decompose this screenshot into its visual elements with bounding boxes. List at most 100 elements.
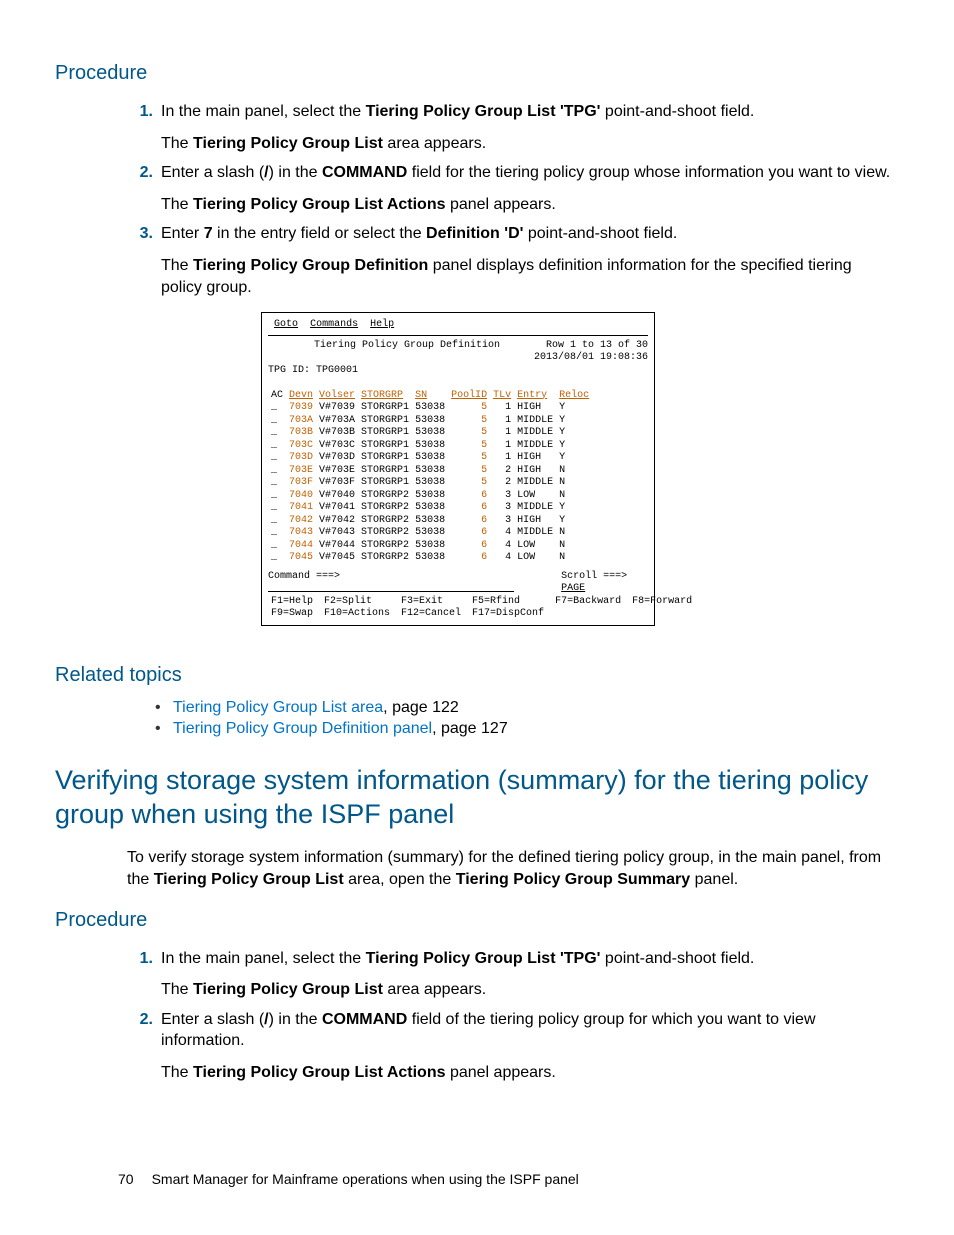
cell: 4 — [490, 527, 514, 540]
cell: _ — [268, 440, 286, 453]
cell: V#7039 — [316, 402, 358, 415]
step-body: Enter a slash (/) in the COMMAND field o… — [161, 1009, 894, 1084]
terminal-header-row: AC Devn Volser STORGRP SN PoolID TLv Ent… — [268, 390, 592, 403]
cell: _ — [268, 415, 286, 428]
cell: 5 — [448, 465, 490, 478]
cell: MIDDLE — [514, 477, 556, 490]
cell: STORGRP2 — [358, 490, 412, 503]
t: Tiering Policy Group List — [154, 871, 344, 888]
cell: LOW — [514, 552, 556, 565]
cell: STORGRP2 — [358, 540, 412, 553]
t: field for the tiering policy group whose… — [407, 164, 890, 181]
t: The — [161, 1064, 193, 1081]
t: panel appears. — [446, 1064, 556, 1081]
t: Tiering Policy Group Summary — [456, 871, 690, 888]
fkeys: F1=Help F2=Split F3=Exit F5=Rfind F7=Bac… — [268, 596, 700, 621]
cell: 53038 — [412, 515, 448, 528]
cell: STORGRP1 — [358, 415, 412, 428]
cell: _ — [268, 515, 286, 528]
cell: HIGH — [514, 465, 556, 478]
t: Enter a slash ( — [161, 1011, 264, 1028]
table-row: _7043V#7043STORGRP25303864MIDDLEN — [268, 527, 592, 540]
t: The — [161, 257, 193, 274]
cell: _ — [268, 552, 286, 565]
cell: 53038 — [412, 440, 448, 453]
section2-intro: To verify storage system information (su… — [127, 847, 894, 890]
cell: _ — [268, 465, 286, 478]
table-row: _7042V#7042STORGRP25303863HIGHY — [268, 515, 592, 528]
cell: STORGRP2 — [358, 502, 412, 515]
t: panel appears. — [446, 196, 556, 213]
link-tpg-list-area[interactable]: Tiering Policy Group List area — [173, 699, 383, 716]
cell: 53038 — [412, 415, 448, 428]
col-storgrp: STORGRP — [358, 390, 412, 403]
cell: 5 — [448, 402, 490, 415]
fkey: F1=Help — [268, 596, 321, 609]
cell: 5 — [448, 415, 490, 428]
t: Definition 'D' — [426, 225, 523, 242]
fkey: F5=Rfind — [469, 596, 552, 609]
col-sn: SN — [412, 390, 448, 403]
heading-verifying-storage: Verifying storage system information (su… — [55, 764, 894, 832]
step-body: Enter a slash (/) in the COMMAND field f… — [161, 162, 894, 215]
cell: 7040 — [286, 490, 316, 503]
link-tpg-definition-panel[interactable]: Tiering Policy Group Definition panel — [173, 720, 432, 737]
t: The — [161, 981, 193, 998]
cell: 53038 — [412, 502, 448, 515]
cell: N — [556, 490, 592, 503]
cell: 4 — [490, 552, 514, 565]
t: ommands — [316, 319, 358, 330]
t: In the main panel, select the — [161, 950, 366, 967]
col-entry: Entry — [514, 390, 556, 403]
table-row: _7039V#7039STORGRP15303851HIGHY — [268, 402, 592, 415]
fkey: F12=Cancel — [398, 608, 469, 621]
t: panel. — [690, 871, 738, 888]
t: point-and-shoot field. — [523, 225, 677, 242]
cell: 6 — [448, 540, 490, 553]
cell: 703C — [286, 440, 316, 453]
t: Tiering Policy Group List 'TPG' — [366, 103, 601, 120]
cell: _ — [268, 527, 286, 540]
cell: MIDDLE — [514, 527, 556, 540]
cell: 1 — [490, 402, 514, 415]
cell: N — [556, 552, 592, 565]
page-number: 70 — [118, 1171, 134, 1187]
terminal-panel: Goto Commands Help Tiering Policy Group … — [261, 312, 655, 626]
cell: V#703E — [316, 465, 358, 478]
cell: N — [556, 465, 592, 478]
cell: 4 — [490, 540, 514, 553]
cell: N — [556, 540, 592, 553]
procedure-2-list: 1. In the main panel, select the Tiering… — [127, 948, 894, 1084]
cell: 1 — [490, 415, 514, 428]
fkey: F17=DispConf — [469, 608, 552, 621]
t: In the main panel, select the — [161, 103, 366, 120]
cell: Y — [556, 427, 592, 440]
cell: 7045 — [286, 552, 316, 565]
cell: V#7042 — [316, 515, 358, 528]
t: elp — [376, 319, 394, 330]
cell: 2 — [490, 477, 514, 490]
t: Tiering Policy Group List 'TPG' — [366, 950, 601, 967]
cell: LOW — [514, 490, 556, 503]
table-row: _7041V#7041STORGRP25303863MIDDLEY — [268, 502, 592, 515]
terminal-menu: Goto Commands Help — [268, 319, 648, 332]
col-ac: AC — [268, 390, 286, 403]
t: Tiering Policy Group List Actions — [193, 196, 445, 213]
heading-related-topics: Related topics — [55, 662, 894, 689]
heading-procedure: Procedure — [55, 60, 894, 87]
cell: 53038 — [412, 402, 448, 415]
step-number: 1. — [127, 948, 161, 970]
step-number: 2. — [127, 1009, 161, 1031]
cell: N — [556, 477, 592, 490]
cell: Y — [556, 502, 592, 515]
cell: HIGH — [514, 402, 556, 415]
step-body: In the main panel, select the Tiering Po… — [161, 101, 894, 154]
cell: V#703D — [316, 452, 358, 465]
step-number: 3. — [127, 223, 161, 245]
cell: STORGRP1 — [358, 427, 412, 440]
cell: V#7044 — [316, 540, 358, 553]
cell: 5 — [448, 477, 490, 490]
table-row: _703EV#703ESTORGRP15303852HIGHN — [268, 465, 592, 478]
cell: 2 — [490, 465, 514, 478]
cell: 53038 — [412, 477, 448, 490]
